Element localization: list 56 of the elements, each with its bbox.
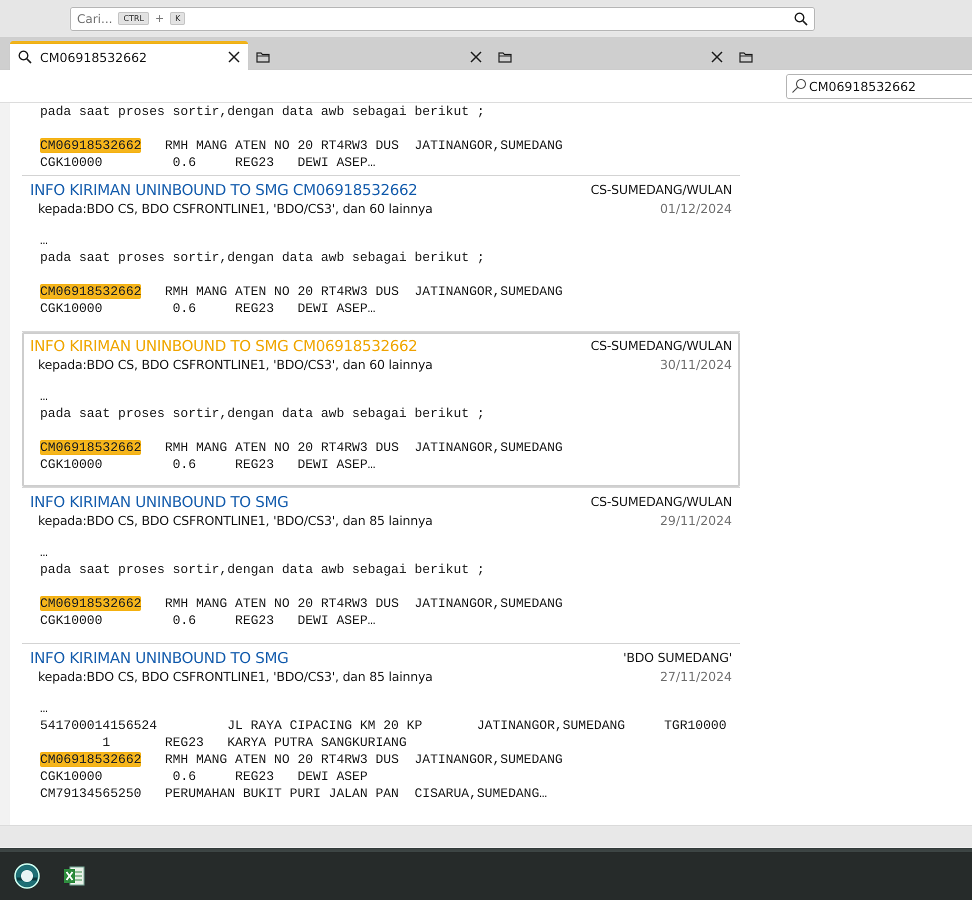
body-line: CM06918532662 RMH MANG ATEN NO 20 RT4RW3 DUS JATINANGOR,SUMEDANG	[40, 751, 563, 768]
recipients-text: kepada:BDO CS, BDO CSFRONTLINE1, 'BDO/CS3', dan 60 lainnya	[37, 356, 433, 374]
body-line: CM06918532662 RMH MANG ATEN NO 20 RT4RW3 DUS JATINANGOR,SUMEDANG	[40, 595, 563, 612]
body-line: CM06918532662 RMH MANG ATEN NO 20 RT4RW3 DUS JATINANGOR,SUMEDANG	[40, 137, 563, 154]
search-icon	[18, 50, 32, 64]
body-line: CGK10000 0.6 REG23 DEWI ASEP…	[40, 456, 376, 473]
close-icon[interactable]	[710, 51, 723, 63]
body-line: CM06918532662 RMH MANG ATEN NO 20 RT4RW3 DUS JATINANGOR,SUMEDANG	[40, 439, 563, 456]
message-date: 29/11/2024	[660, 512, 732, 530]
body-line: CGK10000 0.6 REG23 DEWI ASEP	[40, 768, 368, 785]
body-line: …	[40, 388, 48, 405]
recipients-text: kepada:BDO CS, BDO CSFRONTLINE1, 'BDO/CS3', dan 85 lainnya	[37, 668, 433, 686]
message-subject: INFO KIRIMAN UNINBOUND TO SMG	[30, 648, 288, 668]
filter-field[interactable]: CM06918532662	[786, 74, 972, 98]
tab[interactable]: CM06918532662	[10, 41, 248, 70]
command-search-field[interactable]: Cari... CTRL + K	[70, 6, 815, 30]
message-sender: CS-SUMEDANG/WULAN	[590, 493, 732, 511]
plus-sign: +	[154, 12, 164, 25]
search-icon[interactable]	[794, 12, 808, 26]
body-line: pada saat proses sortir,dengan data awb sebagai berikut ;	[40, 405, 485, 422]
recipients-text: kepada:BDO CS, BDO CSFRONTLINE1, 'BDO/CS3', dan 60 lainnya	[37, 200, 433, 218]
message-sender: 'BDO SUMEDANG'	[623, 649, 732, 667]
body-line: CGK10000 0.6 REG23 DEWI ASEP…	[40, 612, 376, 629]
message-subject: INFO KIRIMAN UNINBOUND TO SMG	[30, 492, 288, 512]
message-date: 30/11/2024	[660, 356, 732, 374]
body-line: CM06918532662 RMH MANG ATEN NO 20 RT4RW3 DUS JATINANGOR,SUMEDANG	[40, 283, 563, 300]
body-line: …	[40, 700, 48, 717]
tab-label: CM06918532662	[40, 50, 147, 64]
body-line: pada saat proses sortir,dengan data awb sebagai berikut ;	[40, 249, 485, 266]
message-sender: CS-SUMEDANG/WULAN	[590, 337, 732, 355]
search-icon	[791, 78, 807, 94]
body-line: pada saat proses sortir,dengan data awb sebagai berikut ;	[40, 561, 485, 578]
shortcut-key: CTRL	[118, 12, 149, 25]
message-sender: CS-SUMEDANG/WULAN	[590, 181, 732, 199]
message-subject: INFO KIRIMAN UNINBOUND TO SMG CM06918532662	[30, 336, 418, 356]
message-item[interactable]	[22, 332, 740, 487]
close-icon[interactable]	[470, 51, 482, 63]
message-date: 01/12/2024	[660, 200, 732, 218]
body-line: …	[40, 544, 48, 561]
spreadsheet-app-icon[interactable]	[62, 864, 86, 888]
body-line: CM79134565250 PERUMAHAN BUKIT PURI JALAN PAN CISARUA,SUMEDANG…	[40, 785, 548, 802]
globe-app-icon[interactable]	[14, 863, 40, 889]
folder-icon	[738, 51, 753, 63]
body-line: 1 REG23 KARYA PUTRA SANGKURIANG	[101, 734, 407, 751]
folder-icon	[256, 51, 270, 63]
body-line: …	[40, 232, 48, 249]
message-subject: INFO KIRIMAN UNINBOUND TO SMG CM06918532662	[30, 180, 418, 200]
body-line: CGK10000 0.6 REG23 DEWI ASEP…	[40, 154, 376, 171]
body-line: 541700014156524 JL RAYA CIPACING KM 20 KP JATINANGOR,SUMEDANG TGR10000	[40, 717, 727, 734]
body-line: CGK10000 0.6 REG23 DEWI ASEP…	[40, 300, 376, 317]
message-date: 27/11/2024	[660, 668, 732, 686]
close-icon[interactable]	[228, 51, 240, 63]
recipients-text: kepada:BDO CS, BDO CSFRONTLINE1, 'BDO/CS3', dan 85 lainnya	[37, 512, 433, 530]
shortcut-key: K	[170, 12, 186, 25]
folder-icon	[498, 51, 512, 63]
body-line: pada saat proses sortir,dengan data awb sebagai berikut ;	[40, 103, 485, 120]
